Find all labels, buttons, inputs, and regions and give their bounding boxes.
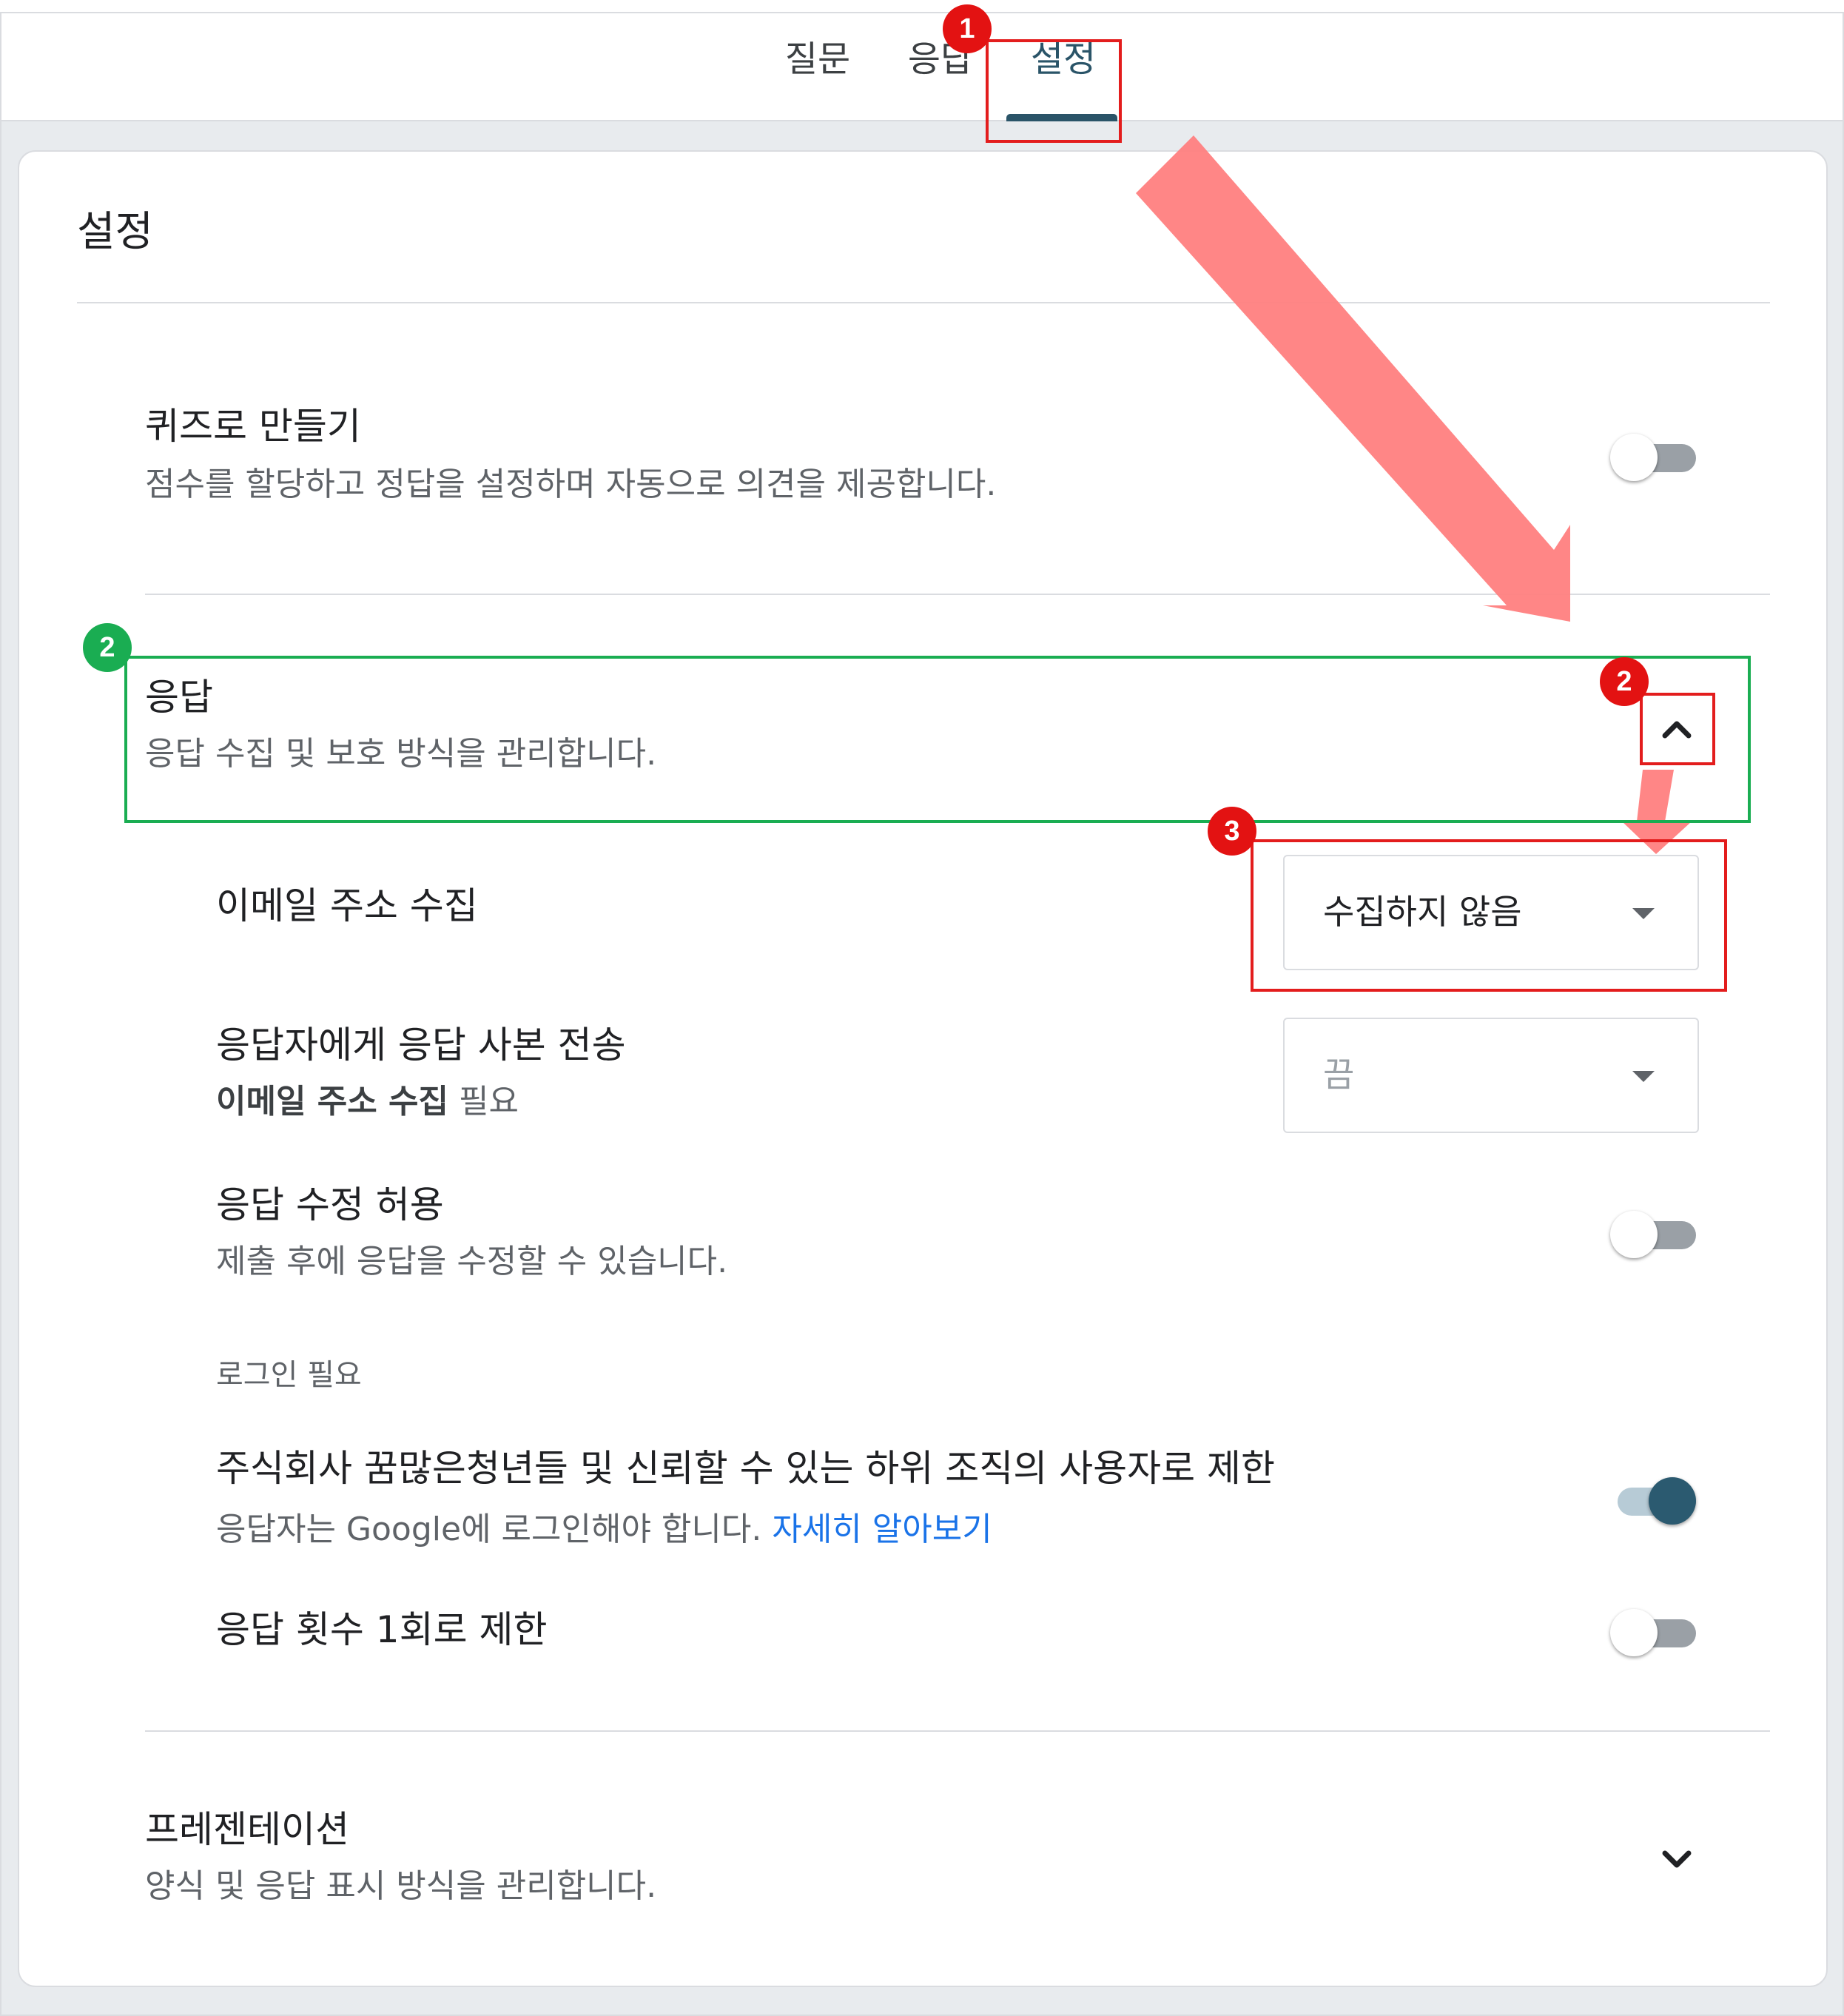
annotation-arrows xyxy=(1136,135,1692,854)
highlight-email-select xyxy=(1251,839,1727,992)
highlight-responses-section xyxy=(124,656,1751,823)
annotation-badge-2-green: 2 xyxy=(83,623,132,672)
highlight-chevron xyxy=(1640,693,1715,765)
annotation-badge-2-red: 2 xyxy=(1600,657,1649,706)
big-arrow xyxy=(1136,135,1570,622)
highlight-settings-tab xyxy=(986,39,1122,143)
annotation-badge-1: 1 xyxy=(943,4,992,53)
annotation-badge-3: 3 xyxy=(1208,807,1256,856)
